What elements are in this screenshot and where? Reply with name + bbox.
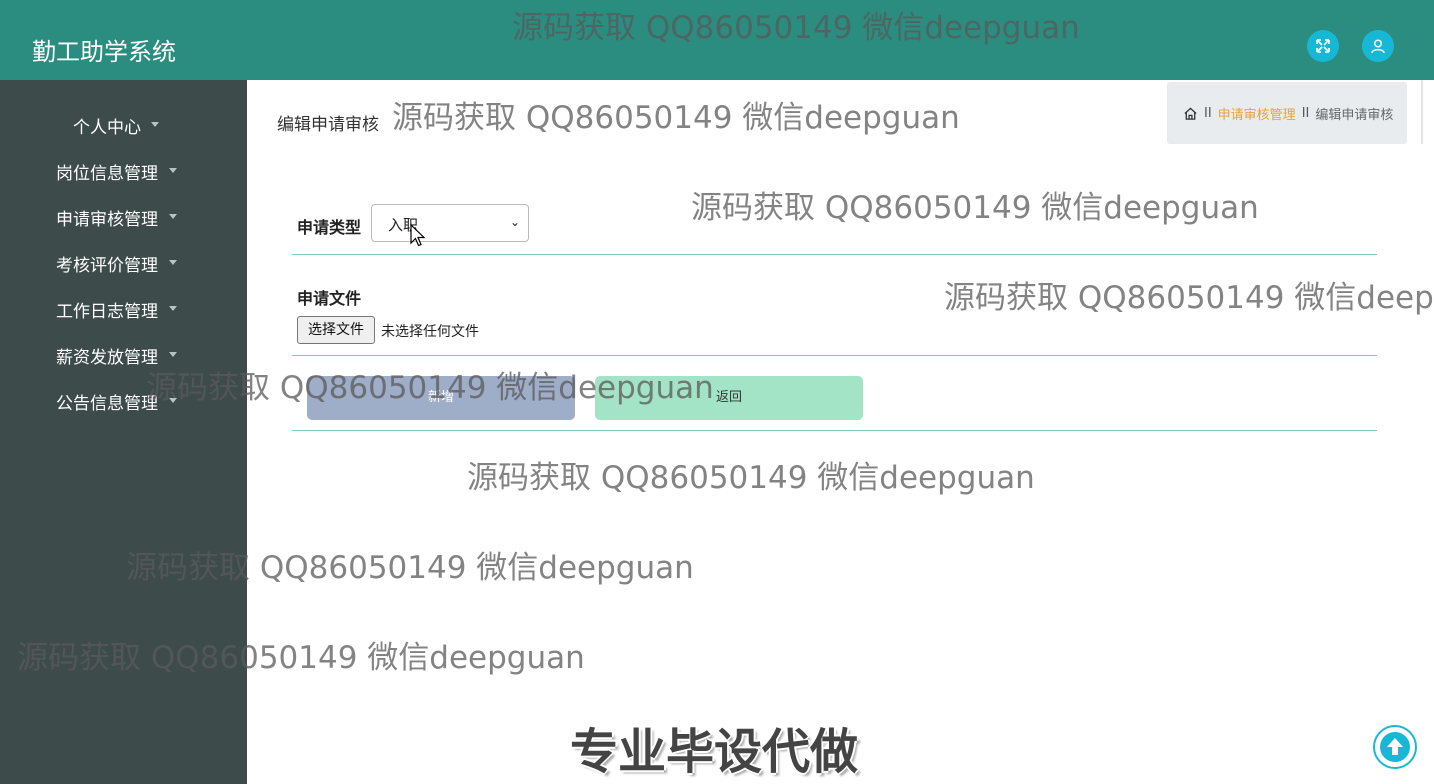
chevron-down-icon: [151, 122, 159, 127]
page-title: 编辑申请审核: [277, 115, 379, 135]
type-select[interactable]: 入职 ⌄: [371, 204, 529, 242]
app-title: 勤工助学系统: [32, 38, 176, 66]
chevron-down-icon: [169, 306, 177, 311]
sidebar-item-label: 岗位信息管理: [56, 164, 158, 184]
sidebar-item-label: 考核评价管理: [56, 256, 158, 276]
breadcrumb-separator: II: [1204, 105, 1212, 121]
choose-file-button[interactable]: 选择文件: [297, 316, 375, 344]
watermark: 源码获取 QQ86050149 微信deepguan: [467, 460, 1035, 496]
fullscreen-button[interactable]: [1307, 30, 1339, 62]
sidebar-item-jobs[interactable]: 岗位信息管理: [0, 150, 247, 190]
sidebar-item-label: 个人中心: [73, 118, 141, 138]
chevron-down-icon: [169, 260, 177, 265]
scrollbar[interactable]: [1421, 80, 1423, 144]
file-label: 申请文件: [297, 289, 362, 308]
watermark: 源码获取 QQ86050149 微信deepguan: [392, 100, 960, 136]
watermark: 源码获取 QQ86050149 微信deepguan: [17, 640, 585, 676]
user-icon: [1371, 39, 1385, 54]
user-button[interactable]: [1362, 30, 1394, 62]
sidebar-item-label: 公告信息管理: [56, 394, 158, 414]
type-label: 申请类型: [297, 218, 362, 237]
sidebar-item-profile[interactable]: 个人中心: [0, 104, 247, 144]
sidebar-item-label: 薪资发放管理: [56, 348, 158, 368]
sidebar-item-label: 申请审核管理: [56, 210, 158, 230]
fullscreen-icon: [1316, 39, 1330, 53]
sidebar: 个人中心 岗位信息管理 申请审核管理 考核评价管理 工作日志管理 薪资发放管理 …: [0, 80, 247, 784]
watermark: 源码获取 QQ86050149 微信deepguan: [512, 10, 1080, 46]
watermark: 源码获取 QQ86050149 微信deepguan: [691, 190, 1259, 226]
watermark: 源码获取 QQ86050149 微信deepguan: [146, 370, 714, 406]
watermark: 源码获取 QQ86050149 微信deepguan: [944, 280, 1434, 316]
breadcrumb-separator: II: [1301, 105, 1310, 121]
promo-text: 专业毕设代做: [570, 724, 859, 780]
file-status: 未选择任何文件: [381, 324, 479, 340]
breadcrumb-parent-link[interactable]: 申请审核管理: [1218, 104, 1296, 123]
chevron-down-icon: [169, 168, 177, 173]
sidebar-item-evaluation[interactable]: 考核评价管理: [0, 242, 247, 282]
breadcrumb-current: 编辑申请审核: [1315, 107, 1394, 123]
chevron-down-icon: ⌄: [509, 215, 520, 229]
sidebar-item-label: 工作日志管理: [56, 302, 158, 322]
back-to-top-button[interactable]: [1373, 725, 1417, 769]
sidebar-item-worklog[interactable]: 工作日志管理: [0, 288, 247, 328]
breadcrumb: II 申请审核管理 II 编辑申请审核: [1167, 82, 1407, 144]
home-icon[interactable]: [1183, 106, 1198, 121]
watermark: 源码获取 QQ86050149 微信deepguan: [126, 550, 694, 586]
chevron-down-icon: [169, 214, 177, 219]
mouse-cursor-icon: [410, 224, 426, 247]
arrow-up-icon: [1380, 732, 1410, 762]
sidebar-item-applications[interactable]: 申请审核管理: [0, 196, 247, 236]
chevron-down-icon: [169, 352, 177, 357]
